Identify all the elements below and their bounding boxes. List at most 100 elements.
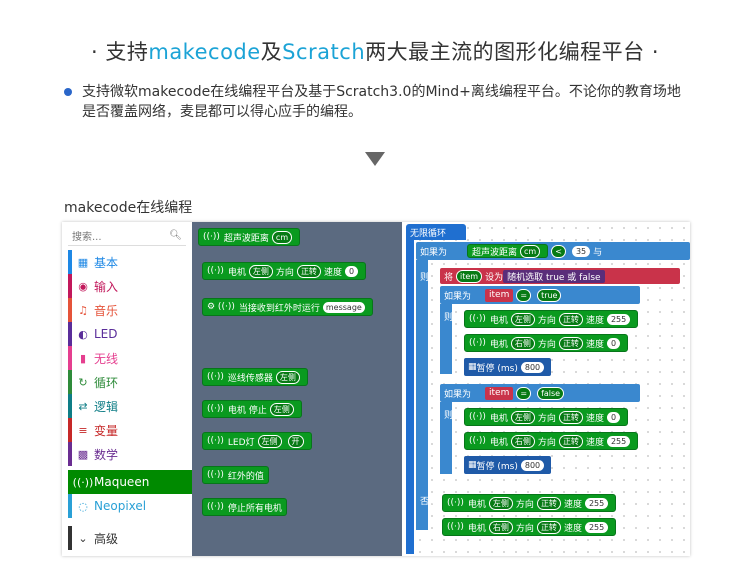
block-text: 速度 [323, 267, 342, 278]
bool-dropdown[interactable]: true [537, 288, 562, 302]
forever-label: 无限循环 [410, 228, 447, 239]
motor-block[interactable]: ((·)) 电机 右侧 方向 正转 速度 255 [464, 432, 639, 450]
description: 支持微软makecode在线编程平台及基于Scratch3.0的Mind+离线编… [64, 82, 684, 122]
dropdown[interactable]: 左侧 [510, 410, 535, 424]
category-icon: ◉ [78, 279, 88, 293]
number-input[interactable]: 255 [606, 435, 631, 447]
toolbox-category-6[interactable]: ⇄ 逻辑 [68, 394, 192, 418]
toolbox-category-10[interactable]: ◌ Neopixel [68, 494, 192, 518]
toolbox-category-11[interactable]: ⌄ 高级 [68, 526, 192, 550]
block-text: 设为 [485, 272, 504, 283]
block-text: 方向 [537, 315, 556, 326]
if-block-3[interactable]: 如果为 item = false [440, 384, 640, 402]
category-icon: ♫ [78, 303, 88, 317]
category-icon: ◌ [78, 499, 88, 513]
dropdown[interactable]: 右侧 [510, 336, 535, 350]
toolbox-category-4[interactable]: ▮ 无线 [68, 346, 192, 370]
dropdown[interactable]: 左侧 [510, 312, 535, 326]
dropdown[interactable]: 左侧 [248, 264, 273, 278]
dropdown[interactable]: 正转 [536, 496, 561, 510]
dropdown[interactable]: 左侧 [269, 402, 294, 416]
forever-block[interactable]: 无限循环 [406, 224, 466, 240]
number-input[interactable]: 800 [520, 459, 545, 471]
wifi-icon: ((·)) [469, 412, 486, 422]
dropdown[interactable]: cm [520, 244, 541, 258]
if-block-1[interactable]: 如果为 超声波距离 cm < 35 与 [416, 242, 690, 260]
flyout-block-stop-all[interactable]: ((·)) 停止所有电机 [202, 498, 287, 516]
category-label: 无线 [94, 351, 119, 366]
param[interactable]: message [322, 301, 365, 313]
operator-dropdown[interactable]: = [516, 386, 532, 400]
motor-block[interactable]: ((·)) 电机 左侧 方向 正转 速度 255 [442, 494, 617, 512]
toolbox-category-7[interactable]: ≡ 变量 [68, 418, 192, 442]
motor-block[interactable]: ((·)) 电机 左侧 方向 正转 速度 0 [464, 408, 629, 426]
block-text: 红外的值 [227, 471, 264, 482]
dropdown[interactable]: 正转 [296, 264, 321, 278]
toolbox-category-9[interactable]: ((·)) Maqueen [68, 470, 192, 494]
motor-block[interactable]: ((·)) 电机 右侧 方向 正转 速度 0 [464, 334, 629, 352]
bool-dropdown[interactable]: false [537, 386, 565, 400]
toolbox-category-5[interactable]: ↻ 循环 [68, 370, 192, 394]
number-input[interactable]: 800 [520, 361, 545, 373]
ultrasonic-condition[interactable]: 超声波距离 cm [467, 244, 549, 258]
block-text: LED灯 [227, 437, 255, 448]
if-arm-1 [416, 260, 428, 530]
toolbox-category-2[interactable]: ♫ 音乐 [68, 298, 192, 322]
item-var[interactable]: item [485, 288, 514, 302]
toolbox-category-3[interactable]: ◐ LED [68, 322, 192, 346]
wifi-icon: ((·)) [207, 372, 224, 382]
else-label: 否则 [420, 497, 439, 507]
number-input[interactable]: 0 [344, 265, 359, 277]
block-text: 电机 [227, 267, 246, 278]
toolbox-category-8[interactable]: ▩ 数学 [68, 442, 192, 466]
dropdown[interactable]: 开 [287, 434, 304, 448]
dropdown[interactable]: 正转 [558, 312, 583, 326]
block-text: 电机 [489, 413, 508, 424]
random-bool-block[interactable]: 随机选取 true 或 false [503, 269, 605, 283]
heading-scratch: Scratch [282, 40, 366, 64]
block-text: 停止所有电机 [227, 503, 282, 514]
number-input[interactable]: 255 [584, 497, 609, 509]
block-text: 速度 [563, 499, 582, 510]
dropdown[interactable]: 右侧 [510, 434, 535, 448]
number-input[interactable]: 0 [606, 337, 621, 349]
operator-dropdown[interactable]: < [551, 244, 566, 258]
variable-dropdown[interactable]: item [456, 269, 483, 283]
dropdown[interactable]: 正转 [536, 520, 561, 534]
operator-dropdown[interactable]: = [516, 288, 532, 302]
number-input[interactable]: 35 [571, 245, 591, 257]
dropdown[interactable]: 右侧 [488, 520, 513, 534]
toolbox-category-1[interactable]: ◉ 输入 [68, 274, 192, 298]
dropdown[interactable]: 左侧 [275, 370, 300, 384]
pause-block[interactable]: ▦ 暂停 (ms) 800 [464, 358, 552, 376]
number-input[interactable]: 0 [606, 411, 621, 423]
number-input[interactable]: 255 [606, 313, 631, 325]
block-text: 超声波距离 [223, 233, 269, 244]
pause-block[interactable]: ▦ 暂停 (ms) 800 [464, 456, 552, 474]
wifi-icon: ((·)) [447, 498, 464, 508]
dropdown[interactable]: 正转 [558, 434, 583, 448]
dropdown[interactable]: 左侧 [488, 496, 513, 510]
if-block-2[interactable]: 如果为 item = true [440, 286, 640, 304]
dropdown[interactable]: 正转 [558, 336, 583, 350]
search-icon: 🔍︎ [169, 230, 182, 241]
wifi-icon: ((·)) [207, 266, 224, 276]
toolbox-category-0[interactable]: ▦ 基本 [68, 250, 192, 274]
number-input[interactable]: 255 [584, 521, 609, 533]
flyout-block-motor[interactable]: ((·)) 电机 左侧 方向 正转 速度 0 [202, 262, 367, 280]
set-variable-block[interactable]: 将 item 设为 随机选取 true 或 false [440, 268, 680, 284]
motor-block[interactable]: ((·)) 电机 右侧 方向 正转 速度 255 [442, 518, 617, 536]
flyout-block-motor-stop[interactable]: ((·)) 电机 停止 左侧 [202, 400, 302, 418]
flyout-block-led[interactable]: ((·)) LED灯 左侧开 [202, 432, 312, 450]
flyout-block-ultrasonic[interactable]: ((·)) 超声波距离 cm [198, 228, 301, 246]
flyout-block-line-sensor[interactable]: ((·)) 巡线传感器 左侧 [202, 368, 308, 386]
dropdown[interactable]: cm [271, 230, 293, 244]
flyout-block-ir-receive[interactable]: ⚙ ((·)) 当接收到红外时运行 message [202, 298, 373, 316]
block-text: 电机 [489, 437, 508, 448]
motor-block[interactable]: ((·)) 电机 左侧 方向 正转 速度 255 [464, 310, 639, 328]
dropdown[interactable]: 正转 [558, 410, 583, 424]
flyout-block-ir-value[interactable]: ((·)) 红外的值 [202, 466, 269, 484]
search-input[interactable]: 搜索... 🔍︎ [68, 226, 186, 246]
item-var[interactable]: item [485, 386, 514, 400]
dropdown[interactable]: 左侧 [257, 434, 282, 448]
